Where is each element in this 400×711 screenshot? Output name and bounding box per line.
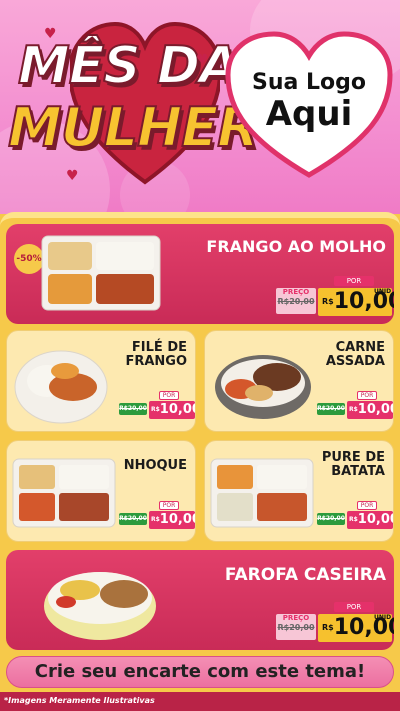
new-price-value: 10,00 [357, 512, 393, 527]
product-image [14, 350, 108, 424]
new-price-value: 10,00 [357, 402, 393, 417]
currency: R$ [322, 297, 334, 306]
logo-placeholder[interactable]: Sua Logo Aqui [232, 70, 386, 133]
product-card[interactable]: PURE DE BATATA POR R$20,00 R$10,00 [204, 440, 394, 542]
old-price: R$20,00 [119, 513, 147, 525]
product-name-line2: FRANGO [125, 354, 187, 370]
currency: R$ [349, 516, 358, 523]
product-card[interactable]: FAROFA CASEIRA POR PREÇO R$20,00 R$10,00… [6, 550, 394, 650]
new-price: R$10,00 [149, 401, 195, 419]
por-label: POR [159, 501, 179, 510]
old-price: R$20,00 [317, 403, 345, 415]
product-name: CARNE ASSADA [325, 340, 385, 370]
product-name: FRANGO AO MOLHO [206, 237, 386, 256]
product-image [12, 458, 116, 528]
product-image [41, 235, 161, 311]
currency: R$ [151, 516, 160, 523]
price-tag: POR R$20,00 R$10,00 [317, 499, 393, 531]
old-price-value: R$20,00 [119, 405, 147, 412]
preco-label: PREÇO [282, 288, 310, 296]
por-label: POR [334, 602, 374, 612]
currency: R$ [322, 623, 334, 632]
product-card[interactable]: CARNE ASSADA POR R$20,00 R$10,00 [204, 330, 394, 432]
footer-bar: *Imagens Meramente Ilustrativas [0, 692, 400, 711]
currency: R$ [349, 406, 358, 413]
product-name-line1: PURE DE [321, 450, 385, 465]
preco-label: PREÇO [282, 614, 310, 622]
product-image [215, 355, 311, 419]
unit-label: UNID [374, 614, 392, 621]
product-image [44, 572, 156, 640]
title-line2: MULHER [7, 95, 260, 160]
old-price: PREÇO R$20,00 [276, 614, 316, 640]
small-heart-icon: ♥ [66, 168, 79, 184]
new-price: R$10,00 [149, 511, 195, 529]
product-name-line1: FILÉ DE [131, 340, 187, 355]
product-name-line2: ASSADA [325, 354, 385, 370]
old-price-value: R$20,00 [317, 515, 345, 522]
product-card[interactable]: NHOQUE POR R$20,00 R$10,00 [6, 440, 196, 542]
cta-button[interactable]: Crie seu encarte com este tema! [6, 656, 394, 688]
por-label: POR [159, 391, 179, 400]
old-price-value: R$20,00 [277, 297, 315, 306]
product-name-line1: CARNE [335, 340, 385, 355]
price-tag: POR R$20,00 R$10,00 [119, 499, 195, 531]
price-tag: POR PREÇO R$20,00 R$10,00 UNID [276, 274, 394, 320]
new-price-value: 10,00 [159, 512, 195, 527]
product-name: PURE DE BATATA [321, 450, 385, 480]
product-card[interactable]: FILÉ DE FRANGO POR R$20,00 R$10,00 [6, 330, 196, 432]
price-tag: POR R$20,00 R$10,00 [119, 389, 195, 421]
product-name: FILÉ DE FRANGO [125, 340, 187, 370]
old-price: R$20,00 [119, 403, 147, 415]
disclaimer-text: *Imagens Meramente Ilustrativas [4, 696, 155, 705]
small-heart-icon: ♥ [196, 52, 209, 68]
unit-label: UNID [374, 288, 392, 295]
logo-line1: Sua Logo [251, 70, 366, 95]
por-label: POR [357, 391, 377, 400]
new-price-value: 10,00 [159, 402, 195, 417]
product-image [210, 458, 314, 528]
product-name: FAROFA CASEIRA [224, 565, 386, 585]
por-label: POR [334, 276, 374, 286]
new-price: R$10,00 [347, 401, 393, 419]
old-price-value: R$20,00 [277, 623, 315, 632]
por-label: POR [357, 501, 377, 510]
old-price-value: R$20,00 [317, 405, 345, 412]
currency: R$ [151, 406, 160, 413]
logo-line2: Aqui [265, 94, 353, 134]
hero-banner: MÊS DA MULHER ♥ ♥ ♥ Sua Logo Aqui [0, 0, 400, 214]
old-price: R$20,00 [317, 513, 345, 525]
product-card[interactable]: -50% FRANGO AO MOLHO POR PREÇO R$20,00 R… [6, 224, 394, 324]
product-name: NHOQUE [123, 458, 187, 473]
small-heart-icon: ♥ [44, 26, 57, 42]
product-name-line2: BATATA [331, 464, 385, 480]
price-tag: POR PREÇO R$20,00 R$10,00 UNID [276, 600, 394, 646]
new-price: R$10,00 [347, 511, 393, 529]
old-price-value: R$20,00 [119, 515, 147, 522]
old-price: PREÇO R$20,00 [276, 288, 316, 314]
price-tag: POR R$20,00 R$10,00 [317, 389, 393, 421]
